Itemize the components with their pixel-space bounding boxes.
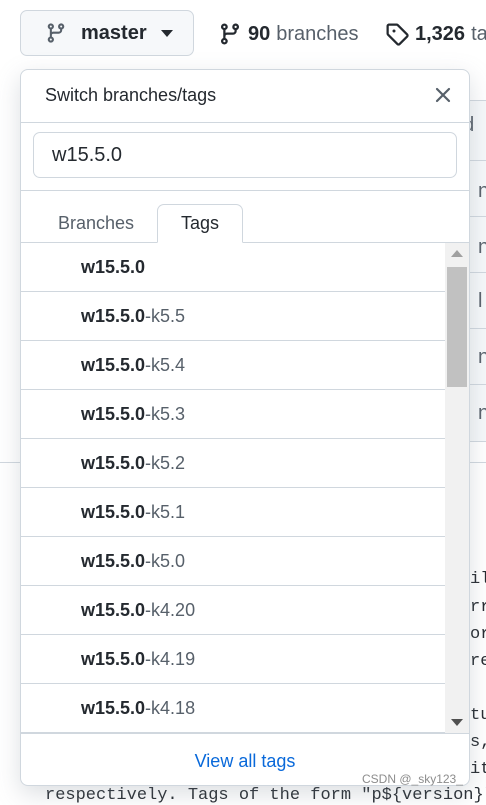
git-branch-icon bbox=[220, 23, 239, 45]
readme-code-line: il bbox=[470, 570, 486, 589]
tags-count: 1,326 bbox=[415, 22, 466, 45]
tags-link[interactable]: 1,326 tags bbox=[385, 22, 486, 46]
tab-tags[interactable]: Tags bbox=[157, 204, 243, 243]
file-row-text: l bbox=[478, 290, 483, 312]
tag-list-item[interactable]: w15.5.0 -k5.1 bbox=[21, 488, 445, 537]
tab-branches[interactable]: Branches bbox=[35, 204, 157, 243]
readme-code-line: respectively. Tags of the form "p${versi… bbox=[45, 786, 486, 805]
chevron-down-icon bbox=[160, 29, 173, 37]
tag-list-item[interactable]: w15.5.0 -k5.4 bbox=[21, 341, 445, 390]
dialog-title: Switch branches/tags bbox=[45, 85, 217, 105]
file-row-text: n bbox=[478, 236, 486, 258]
dialog-header: Switch branches/tags bbox=[21, 70, 469, 123]
tags-label: tags bbox=[471, 22, 486, 45]
file-row-text: n bbox=[478, 346, 486, 368]
readme-code-line: re bbox=[470, 652, 486, 671]
branches-label: branches bbox=[276, 22, 359, 45]
tag-list-item[interactable]: w15.5.0 -k4.18 bbox=[21, 684, 445, 733]
tag-list: w15.5.0 w15.5.0 -k5.5 w15.5.0 -k5.4 w15.5.… bbox=[21, 243, 445, 733]
readme-code-line: or bbox=[470, 625, 486, 644]
file-row-text: n bbox=[478, 402, 486, 424]
scrollbar[interactable] bbox=[445, 243, 469, 733]
readme-code-line: it bbox=[470, 760, 486, 779]
branches-link[interactable]: 90 branches bbox=[218, 22, 359, 46]
readme-code-line: tu bbox=[470, 706, 486, 725]
tag-list-item[interactable]: w15.5.0 -k5.0 bbox=[21, 537, 445, 586]
close-icon[interactable] bbox=[431, 83, 455, 107]
scroll-down-arrow-icon[interactable] bbox=[451, 719, 463, 726]
filter-input[interactable] bbox=[33, 132, 457, 178]
tag-list-item[interactable]: w15.5.0 -k5.2 bbox=[21, 439, 445, 488]
branch-select-button[interactable]: master bbox=[20, 10, 194, 56]
tag-list-item[interactable]: w15.5.0 -k5.5 bbox=[21, 292, 445, 341]
readme-code-line: rr bbox=[470, 598, 486, 617]
tag-icon bbox=[386, 23, 409, 46]
file-row-text: n bbox=[478, 180, 486, 202]
tag-list-item[interactable]: w15.5.0 -k5.3 bbox=[21, 390, 445, 439]
tag-list-item[interactable]: w15.5.0 -k4.20 bbox=[21, 586, 445, 635]
view-all-tags-link[interactable]: View all tags bbox=[195, 751, 296, 772]
divider bbox=[21, 190, 469, 191]
switch-branches-tags-dialog: Switch branches/tags Branches Tags w15.5… bbox=[20, 69, 470, 786]
tag-list-item[interactable]: w15.5.0 bbox=[21, 243, 445, 292]
readme-code-line: s, bbox=[470, 733, 486, 752]
tag-list-item[interactable]: w15.5.0 -k4.19 bbox=[21, 635, 445, 684]
git-branch-icon bbox=[47, 23, 65, 43]
current-branch-label: master bbox=[81, 21, 147, 44]
scroll-up-arrow-icon[interactable] bbox=[451, 250, 463, 257]
watermark: CSDN @_sky123_ bbox=[362, 772, 463, 786]
scrollbar-thumb[interactable] bbox=[447, 267, 467, 387]
branches-count: 90 bbox=[248, 22, 271, 45]
